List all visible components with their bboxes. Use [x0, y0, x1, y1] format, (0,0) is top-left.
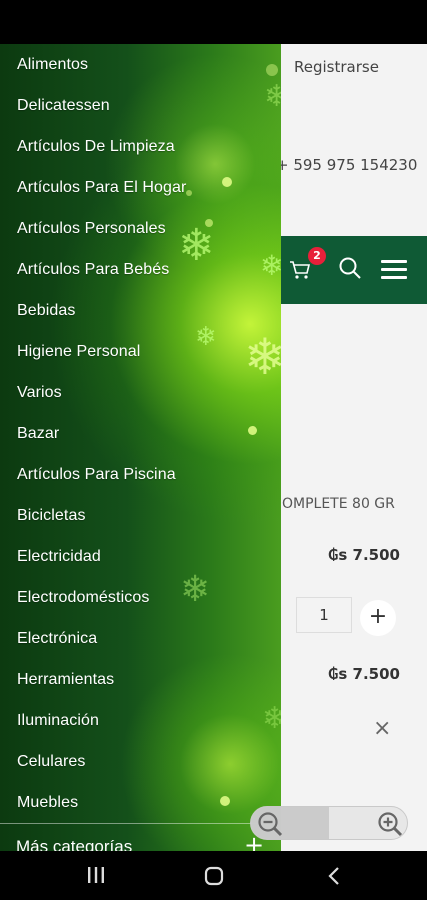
register-link[interactable]: Registrarse — [294, 58, 379, 76]
search-icon[interactable] — [338, 256, 362, 280]
category-item[interactable]: Muebles — [0, 782, 281, 823]
quantity-input[interactable]: 1 — [296, 597, 352, 633]
category-list: Alimentos Delicatessen Artículos De Limp… — [0, 44, 281, 823]
category-item[interactable]: Iluminación — [0, 700, 281, 741]
category-item[interactable]: Delicatessen — [0, 85, 281, 126]
category-item[interactable]: Electrónica — [0, 618, 281, 659]
category-drawer: ❄ ❄ ❄ ❄ ❄ ❄ ❄ Alimentos Delicatessen Art… — [0, 44, 281, 851]
menu-icon[interactable] — [381, 260, 407, 280]
category-item[interactable]: Electrodomésticos — [0, 577, 281, 618]
more-categories-link[interactable]: Más categorías — [16, 837, 132, 851]
zoom-out-icon[interactable] — [257, 811, 283, 837]
unit-price: ₲s 7.500 — [327, 546, 400, 564]
product-name[interactable]: OMPLETE 80 GR — [282, 496, 395, 512]
home-icon[interactable] — [204, 866, 224, 886]
category-item[interactable]: Bazar — [0, 413, 281, 454]
back-icon[interactable] — [326, 866, 342, 886]
recent-apps-icon[interactable] — [86, 866, 106, 884]
zoom-control — [250, 806, 408, 840]
cart-count-badge: 2 — [308, 247, 326, 265]
category-item[interactable]: Artículos De Limpieza — [0, 126, 281, 167]
total-price: ₲s 7.500 — [327, 665, 400, 683]
category-item[interactable]: Electricidad — [0, 536, 281, 577]
category-item[interactable]: Artículos Personales — [0, 208, 281, 249]
android-navigation-bar — [0, 851, 427, 900]
remove-item-button[interactable]: × — [373, 716, 391, 741]
category-item[interactable]: Artículos Para Bebés — [0, 249, 281, 290]
category-item[interactable]: Bebidas — [0, 290, 281, 331]
zoom-in-icon[interactable] — [377, 811, 403, 837]
category-item[interactable]: Bicicletas — [0, 495, 281, 536]
quantity-plus-button[interactable]: + — [360, 600, 396, 636]
category-item[interactable]: Varios — [0, 372, 281, 413]
category-item[interactable]: Artículos Para Piscina — [0, 454, 281, 495]
category-item[interactable]: Celulares — [0, 741, 281, 782]
category-item[interactable]: Alimentos — [0, 44, 281, 85]
category-item[interactable]: Herramientas — [0, 659, 281, 700]
cart-icon[interactable] — [289, 260, 311, 280]
category-item[interactable]: Artículos Para El Hogar — [0, 167, 281, 208]
category-item[interactable]: Higiene Personal — [0, 331, 281, 372]
status-bar — [0, 0, 427, 44]
drawer-divider — [0, 823, 276, 824]
phone-number[interactable]: + 595 975 154230 — [276, 156, 417, 174]
